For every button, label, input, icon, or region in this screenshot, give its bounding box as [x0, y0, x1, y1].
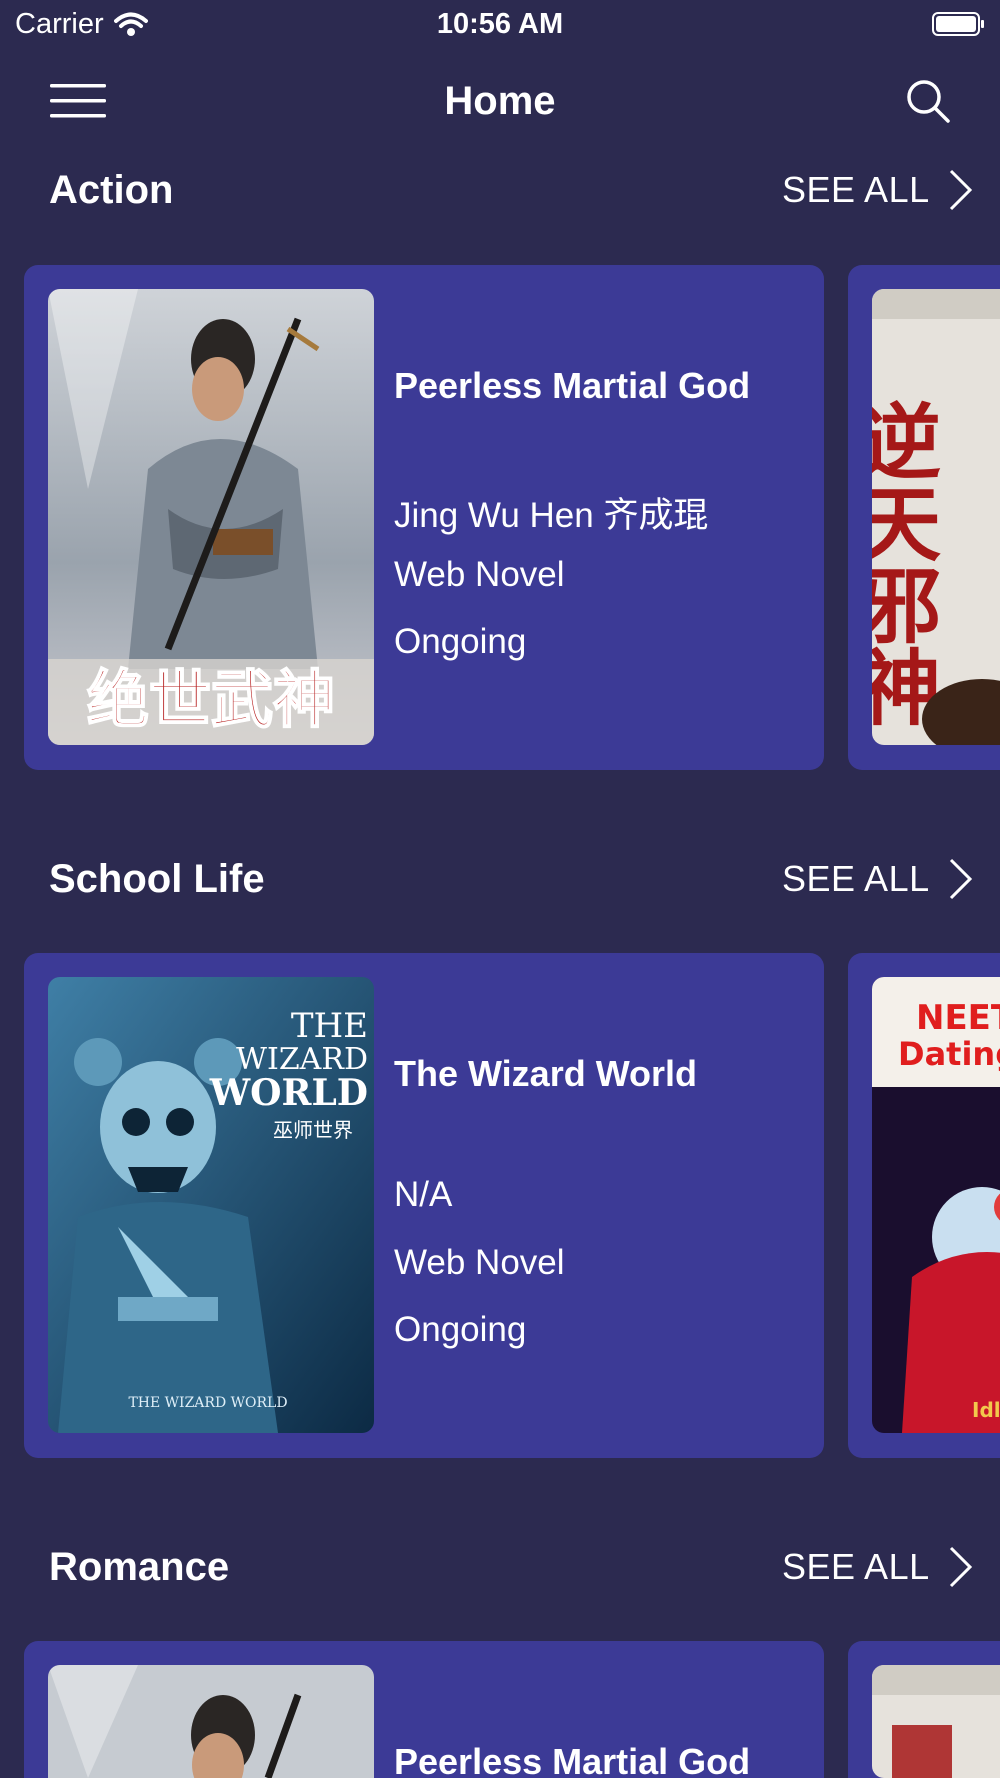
book-cover-footer: THE WIZARD WORLD	[128, 1395, 287, 1411]
see-all-label: SEE ALL	[782, 169, 930, 210]
book-author: Jing Wu Hen 齐成琨	[394, 496, 709, 535]
book-status: Ongoing	[394, 1310, 527, 1349]
book-cover: 逆天邪神	[872, 289, 1000, 745]
book-cover-footer: Idle	[972, 1398, 1000, 1422]
book-card-peek[interactable]	[848, 1641, 1000, 1778]
see-all-label: SEE ALL	[782, 858, 930, 899]
book-card-peek[interactable]: NEET Dating Idle	[848, 953, 1000, 1458]
book-cover-text: 绝世武神	[87, 663, 335, 736]
book-cover-art: 绝世武神	[48, 289, 374, 745]
book-cover-art	[48, 1665, 374, 1778]
see-all-button[interactable]: SEE ALL	[782, 857, 974, 901]
book-type: Web Novel	[394, 1243, 565, 1282]
book-cover	[872, 1665, 1000, 1778]
nav-bar: Home	[0, 55, 1000, 145]
book-cover-text: 逆天邪神	[872, 399, 941, 727]
book-cover-text: NEET	[916, 998, 1000, 1038]
book-card-peek[interactable]: 逆天邪神	[848, 265, 1000, 770]
section-title: School Life	[49, 857, 265, 901]
book-card[interactable]: Peerless Martial God	[24, 1641, 824, 1778]
book-cover: NEET Dating Idle	[872, 977, 1000, 1433]
see-all-button[interactable]: SEE ALL	[782, 1545, 974, 1589]
status-time: 10:56 AM	[436, 8, 564, 40]
battery-icon	[932, 12, 984, 36]
book-cover-text: THE	[291, 1006, 368, 1046]
book-card[interactable]: THE WIZARD WORLD 巫师世界 THE WIZARD WORLD T…	[24, 953, 824, 1458]
book-cover: 绝世武神	[48, 289, 374, 745]
book-card[interactable]: 绝世武神 Peerless Martial God Jing Wu Hen 齐成…	[24, 265, 824, 770]
book-status: Ongoing	[394, 622, 527, 661]
book-type: Web Novel	[394, 555, 565, 594]
book-title: Peerless Martial God	[394, 365, 751, 406]
page-title: Home	[444, 79, 556, 123]
book-cover: THE WIZARD WORLD 巫师世界 THE WIZARD WORLD	[48, 977, 374, 1433]
book-title: Peerless Martial God	[394, 1741, 751, 1778]
book-cover-art: 逆天邪神	[872, 289, 1000, 745]
section-title: Action	[49, 168, 174, 212]
book-cover-art: THE WIZARD WORLD 巫师世界 THE WIZARD WORLD	[48, 977, 374, 1433]
search-icon[interactable]	[904, 77, 952, 125]
book-cover-art: NEET Dating Idle	[872, 977, 1000, 1433]
chevron-right-icon	[949, 1546, 972, 1588]
status-bar: Carrier 10:56 AM	[0, 0, 1000, 50]
book-cover	[48, 1665, 374, 1778]
book-cover-text: Dating	[898, 1035, 1000, 1073]
see-all-label: SEE ALL	[782, 1546, 930, 1587]
book-author: N/A	[394, 1175, 453, 1214]
book-cover-text: WORLD	[209, 1072, 368, 1114]
see-all-button[interactable]: SEE ALL	[782, 168, 974, 212]
section-title: Romance	[49, 1545, 230, 1589]
book-cover-subtext: 巫师世界	[273, 1118, 353, 1142]
chevron-right-icon	[949, 858, 972, 900]
book-cover-art	[872, 1665, 1000, 1778]
chevron-right-icon	[949, 169, 972, 211]
book-title: The Wizard World	[394, 1053, 698, 1094]
